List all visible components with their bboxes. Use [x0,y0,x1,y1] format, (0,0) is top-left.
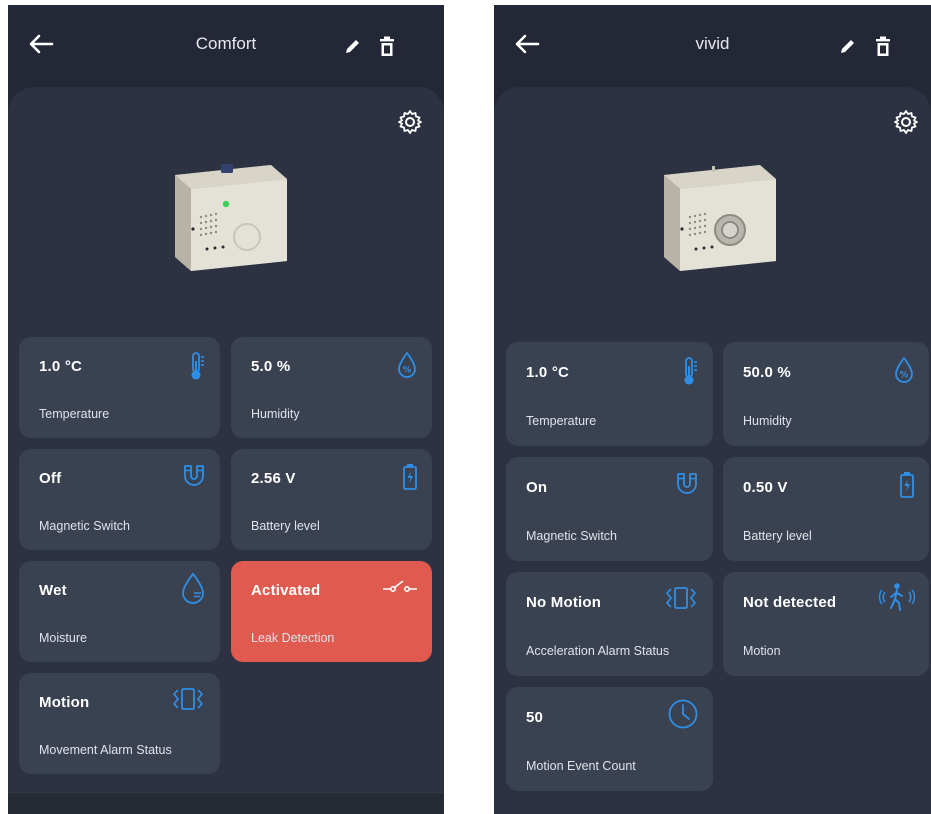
thermometer-icon [191,352,204,380]
tile-humidity[interactable]: 5.0 % Humidity % [231,337,432,438]
tile-label: Motion [743,644,781,658]
vibration-icon [665,587,697,609]
tile-value: On [526,479,548,496]
tile-motion-event-count[interactable]: 50 Motion Event Count [506,687,713,791]
settings-gear-icon[interactable] [397,109,423,135]
app-bar: vivid [494,5,931,85]
device-panel: 1.0 °C Temperature 5.0 % Humidity % Off … [8,87,444,814]
tile-label: Motion Event Count [526,759,636,773]
tile-acceleration-alarm-status[interactable]: No Motion Acceleration Alarm Status [506,572,713,676]
device-screen-vivid: vivid 1.0 °C Temperature 50.0 % Humidity… [494,5,931,814]
tile-leak-detection[interactable]: Activated Leak Detection [231,561,432,662]
tile-value: Off [39,470,62,487]
page-title: vivid [695,34,730,53]
bottom-navigation-bar [8,792,444,814]
tile-value: 1.0 °C [39,358,83,375]
tile-label: Leak Detection [251,631,335,645]
tile-label: Magnetic Switch [526,529,618,543]
delete-trash-icon[interactable] [874,36,892,58]
tile-label: Moisture [39,631,87,645]
tile-magnetic-switch[interactable]: On Magnetic Switch [506,457,713,561]
sensor-device-image [664,165,776,271]
tile-value: Activated [251,582,321,599]
tile-value: 0.50 V [743,479,788,496]
walking-person-icon [879,583,915,611]
magnet-icon [184,465,204,486]
tile-moisture[interactable]: Wet Moisture [19,561,220,662]
app-bar: Comfort [8,5,444,85]
svg-text:%: % [900,371,909,381]
device-panel: 1.0 °C Temperature 50.0 % Humidity % On … [494,87,931,814]
humidity-drop-icon: % [895,356,913,383]
tile-humidity[interactable]: 50.0 % Humidity % [723,342,929,446]
sensor-device-image [175,164,287,271]
edit-pencil-icon[interactable] [343,36,363,56]
tile-label: Acceleration Alarm Status [526,644,670,658]
thermometer-icon [684,357,697,385]
tile-label: Temperature [39,407,110,421]
magnet-icon [677,473,697,494]
tile-temperature[interactable]: 1.0 °C Temperature [506,342,713,446]
clock-icon [668,699,698,729]
tile-label: Battery level [743,529,812,543]
delete-trash-icon[interactable] [378,36,396,58]
svg-text:%: % [403,366,412,376]
tile-value: 1.0 °C [526,364,570,381]
tile-motion[interactable]: Not detected Motion [723,572,929,676]
tile-value: No Motion [526,594,602,611]
tile-battery-level[interactable]: 2.56 V Battery level [231,449,432,550]
tile-movement-alarm-status[interactable]: Motion Movement Alarm Status [19,673,220,774]
tile-magnetic-switch[interactable]: Off Magnetic Switch [19,449,220,550]
edit-pencil-icon[interactable] [838,36,858,56]
tile-battery-level[interactable]: 0.50 V Battery level [723,457,929,561]
battery-icon [403,464,417,490]
tile-label: Movement Alarm Status [39,743,172,757]
tile-value: 5.0 % [251,358,291,375]
tile-value: 50.0 % [743,364,791,381]
device-screen-comfort: Comfort 1.0 °C Temperature 5.0 % Humidit… [8,5,444,814]
tile-value: Not detected [743,594,837,611]
moisture-drop-icon [182,572,204,604]
tile-label: Magnetic Switch [39,519,131,533]
battery-icon [900,472,914,498]
tile-label: Battery level [251,519,320,533]
tile-label: Temperature [526,414,597,428]
tile-value: Wet [39,582,67,599]
tile-temperature[interactable]: 1.0 °C Temperature [19,337,220,438]
tile-value: Motion [39,694,90,711]
settings-gear-icon[interactable] [893,109,919,135]
tile-label: Humidity [743,414,792,428]
switch-icon [383,580,417,593]
tile-label: Humidity [251,407,300,421]
tile-value: 2.56 V [251,470,296,487]
vibration-icon [172,688,204,710]
tile-value: 50 [526,709,544,726]
humidity-drop-icon: % [398,351,416,378]
